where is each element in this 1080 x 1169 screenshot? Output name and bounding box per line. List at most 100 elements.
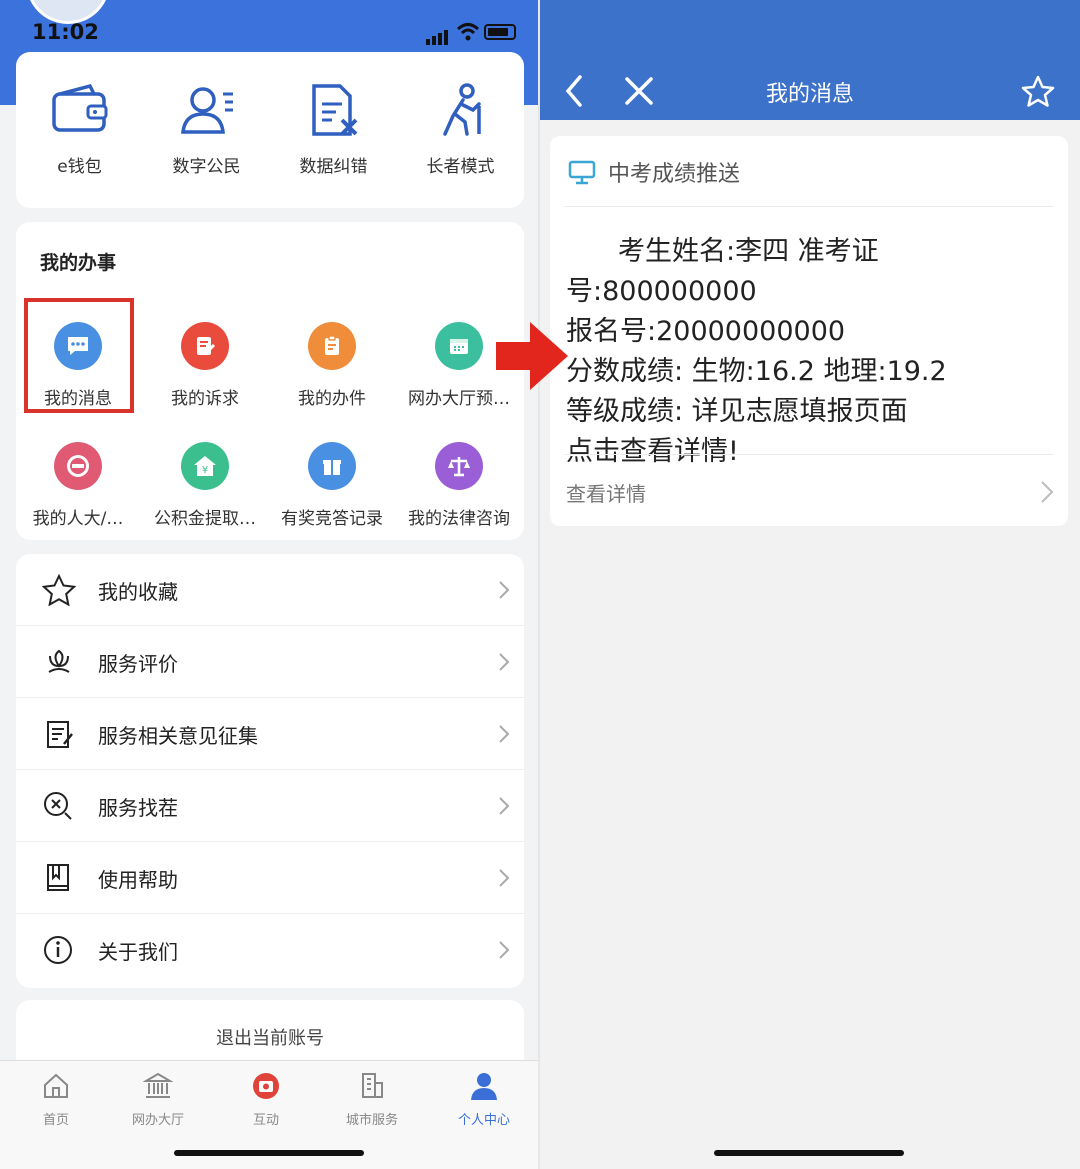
flower-icon bbox=[42, 646, 76, 682]
task-label: 我的办件 bbox=[298, 389, 366, 409]
menu-item-feedback[interactable]: 服务相关意见征集 bbox=[16, 698, 524, 770]
battery-icon bbox=[484, 24, 516, 40]
search-x-icon bbox=[42, 790, 76, 826]
scales-icon bbox=[435, 442, 483, 490]
tab-personal-center[interactable]: 个人中心 bbox=[434, 1071, 534, 1128]
message-category: 中考成绩推送 bbox=[608, 162, 741, 187]
badge-1949-icon bbox=[54, 442, 102, 490]
task-quiz-records[interactable]: 有奖竞答记录 bbox=[272, 442, 392, 529]
housing-fund-icon: ¥ bbox=[181, 442, 229, 490]
camera-icon bbox=[253, 1073, 279, 1099]
right-phone-screen: 我的消息 中考成绩推送 考生姓名:李四 准考证号:800000000 报名号:2… bbox=[540, 0, 1080, 1169]
quick-action-label: 数字公民 bbox=[172, 157, 241, 177]
digital-citizen-icon bbox=[180, 87, 233, 134]
task-legal-consult[interactable]: 我的法律咨询 bbox=[399, 442, 519, 529]
message-line: 考生姓名:李四 准考证号:800000000 bbox=[566, 236, 879, 307]
message-body: 考生姓名:李四 准考证号:800000000 报名号:20000000000 分… bbox=[566, 232, 1056, 472]
highlight-box bbox=[24, 298, 134, 413]
status-bar: 11:02 bbox=[0, 18, 538, 48]
hall-icon bbox=[142, 1072, 174, 1098]
chevron-right-icon bbox=[498, 796, 510, 820]
home-indicator bbox=[714, 1150, 904, 1156]
city-icon bbox=[362, 1073, 383, 1098]
divider bbox=[564, 454, 1054, 455]
red-arrow-icon bbox=[496, 322, 568, 390]
quick-action-label: 长者模式 bbox=[426, 157, 495, 177]
task-label: 我的法律咨询 bbox=[408, 509, 510, 529]
menu-item-label: 服务相关意见征集 bbox=[98, 724, 258, 748]
task-label: 有奖竞答记录 bbox=[281, 509, 383, 529]
monitor-icon bbox=[568, 160, 596, 185]
home-icon bbox=[44, 1073, 68, 1098]
tab-online-hall[interactable]: 网办大厅 bbox=[108, 1071, 208, 1128]
signal-icon bbox=[426, 26, 450, 45]
quick-action-digital-citizen[interactable]: 数字公民 bbox=[143, 82, 270, 177]
task-my-appeals[interactable]: 我的诉求 bbox=[145, 322, 265, 409]
chevron-right-icon[interactable] bbox=[1040, 480, 1054, 508]
divider bbox=[564, 206, 1054, 207]
tab-label: 互动 bbox=[252, 1113, 279, 1128]
nav-bar: 我的消息 bbox=[540, 0, 1080, 120]
task-my-cases[interactable]: 我的办件 bbox=[272, 322, 392, 409]
svg-text:¥: ¥ bbox=[202, 465, 208, 476]
status-time: 11:02 bbox=[32, 20, 99, 44]
chevron-right-icon bbox=[498, 652, 510, 676]
person-icon bbox=[471, 1073, 497, 1100]
menu-item-label: 服务找茬 bbox=[98, 796, 178, 820]
quick-action-label: 数据纠错 bbox=[299, 157, 368, 177]
section-title: 我的办事 bbox=[40, 252, 117, 274]
star-icon bbox=[41, 573, 77, 610]
star-icon[interactable] bbox=[1020, 74, 1056, 112]
task-label: 我的诉求 bbox=[171, 389, 239, 409]
quick-action-elder-mode[interactable]: 长者模式 bbox=[397, 82, 524, 177]
tab-label: 城市服务 bbox=[345, 1113, 398, 1128]
quick-actions-card: e钱包 数字公民 数据纠错 长者模式 bbox=[16, 52, 524, 208]
calendar-icon bbox=[435, 322, 483, 370]
quick-action-wallet[interactable]: e钱包 bbox=[16, 82, 143, 177]
menu-item-service-rating[interactable]: 服务评价 bbox=[16, 626, 524, 698]
book-icon bbox=[42, 862, 76, 898]
menu-item-favorites[interactable]: 我的收藏 bbox=[16, 554, 524, 626]
task-label: 我的人大/… bbox=[32, 509, 124, 529]
logout-button[interactable]: 退出当前账号 bbox=[16, 1024, 524, 1050]
menu-item-label: 使用帮助 bbox=[98, 868, 178, 892]
wallet-icon bbox=[51, 83, 107, 132]
left-phone-screen: 11:02 e钱包 数字公民 数据纠错 长者模式 我的办事 我的消息 我的诉求 … bbox=[0, 0, 538, 1169]
chevron-right-icon bbox=[498, 940, 510, 964]
settings-menu: 我的收藏 服务评价 服务相关意见征集 服务找茬 使用帮助 关于我们 bbox=[16, 554, 524, 988]
tab-city-services[interactable]: 城市服务 bbox=[322, 1071, 422, 1128]
chevron-right-icon bbox=[498, 868, 510, 892]
message-line: 报名号:20000000000 bbox=[566, 316, 846, 347]
task-housing-fund[interactable]: ¥ 公积金提取… bbox=[145, 442, 265, 529]
note-edit-icon bbox=[42, 718, 76, 754]
menu-item-about[interactable]: 关于我们 bbox=[16, 914, 524, 986]
gift-icon bbox=[308, 442, 356, 490]
tab-label: 个人中心 bbox=[457, 1113, 510, 1128]
data-correction-icon bbox=[311, 84, 357, 136]
message-line: 分数成绩: 生物:16.2 地理:19.2 bbox=[566, 356, 947, 387]
menu-item-find-issues[interactable]: 服务找茬 bbox=[16, 770, 524, 842]
menu-item-label: 关于我们 bbox=[98, 940, 178, 964]
view-details-link[interactable]: 查看详情 bbox=[566, 478, 646, 507]
home-indicator bbox=[174, 1150, 364, 1156]
case-icon bbox=[308, 322, 356, 370]
page-title: 我的消息 bbox=[765, 82, 854, 107]
quick-action-data-correction[interactable]: 数据纠错 bbox=[270, 82, 397, 177]
message-line: 等级成绩: 详见志愿填报页面 bbox=[566, 396, 908, 427]
task-label: 公积金提取… bbox=[154, 509, 256, 529]
tab-home[interactable]: 首页 bbox=[6, 1071, 106, 1128]
tab-label: 网办大厅 bbox=[131, 1113, 184, 1128]
info-icon bbox=[42, 934, 76, 970]
appeal-icon bbox=[181, 322, 229, 370]
menu-item-help[interactable]: 使用帮助 bbox=[16, 842, 524, 914]
wifi-icon bbox=[456, 22, 480, 46]
quick-action-label: e钱包 bbox=[57, 157, 102, 177]
message-line: 点击查看详情! bbox=[566, 436, 739, 467]
message-card[interactable]: 中考成绩推送 考生姓名:李四 准考证号:800000000 报名号:200000… bbox=[550, 136, 1068, 526]
chevron-right-icon bbox=[498, 580, 510, 604]
tab-interaction[interactable]: 互动 bbox=[216, 1071, 316, 1128]
tab-label: 首页 bbox=[42, 1113, 69, 1128]
elder-mode-icon bbox=[442, 83, 481, 136]
chevron-right-icon bbox=[498, 724, 510, 748]
task-npc[interactable]: 我的人大/… bbox=[18, 442, 138, 529]
